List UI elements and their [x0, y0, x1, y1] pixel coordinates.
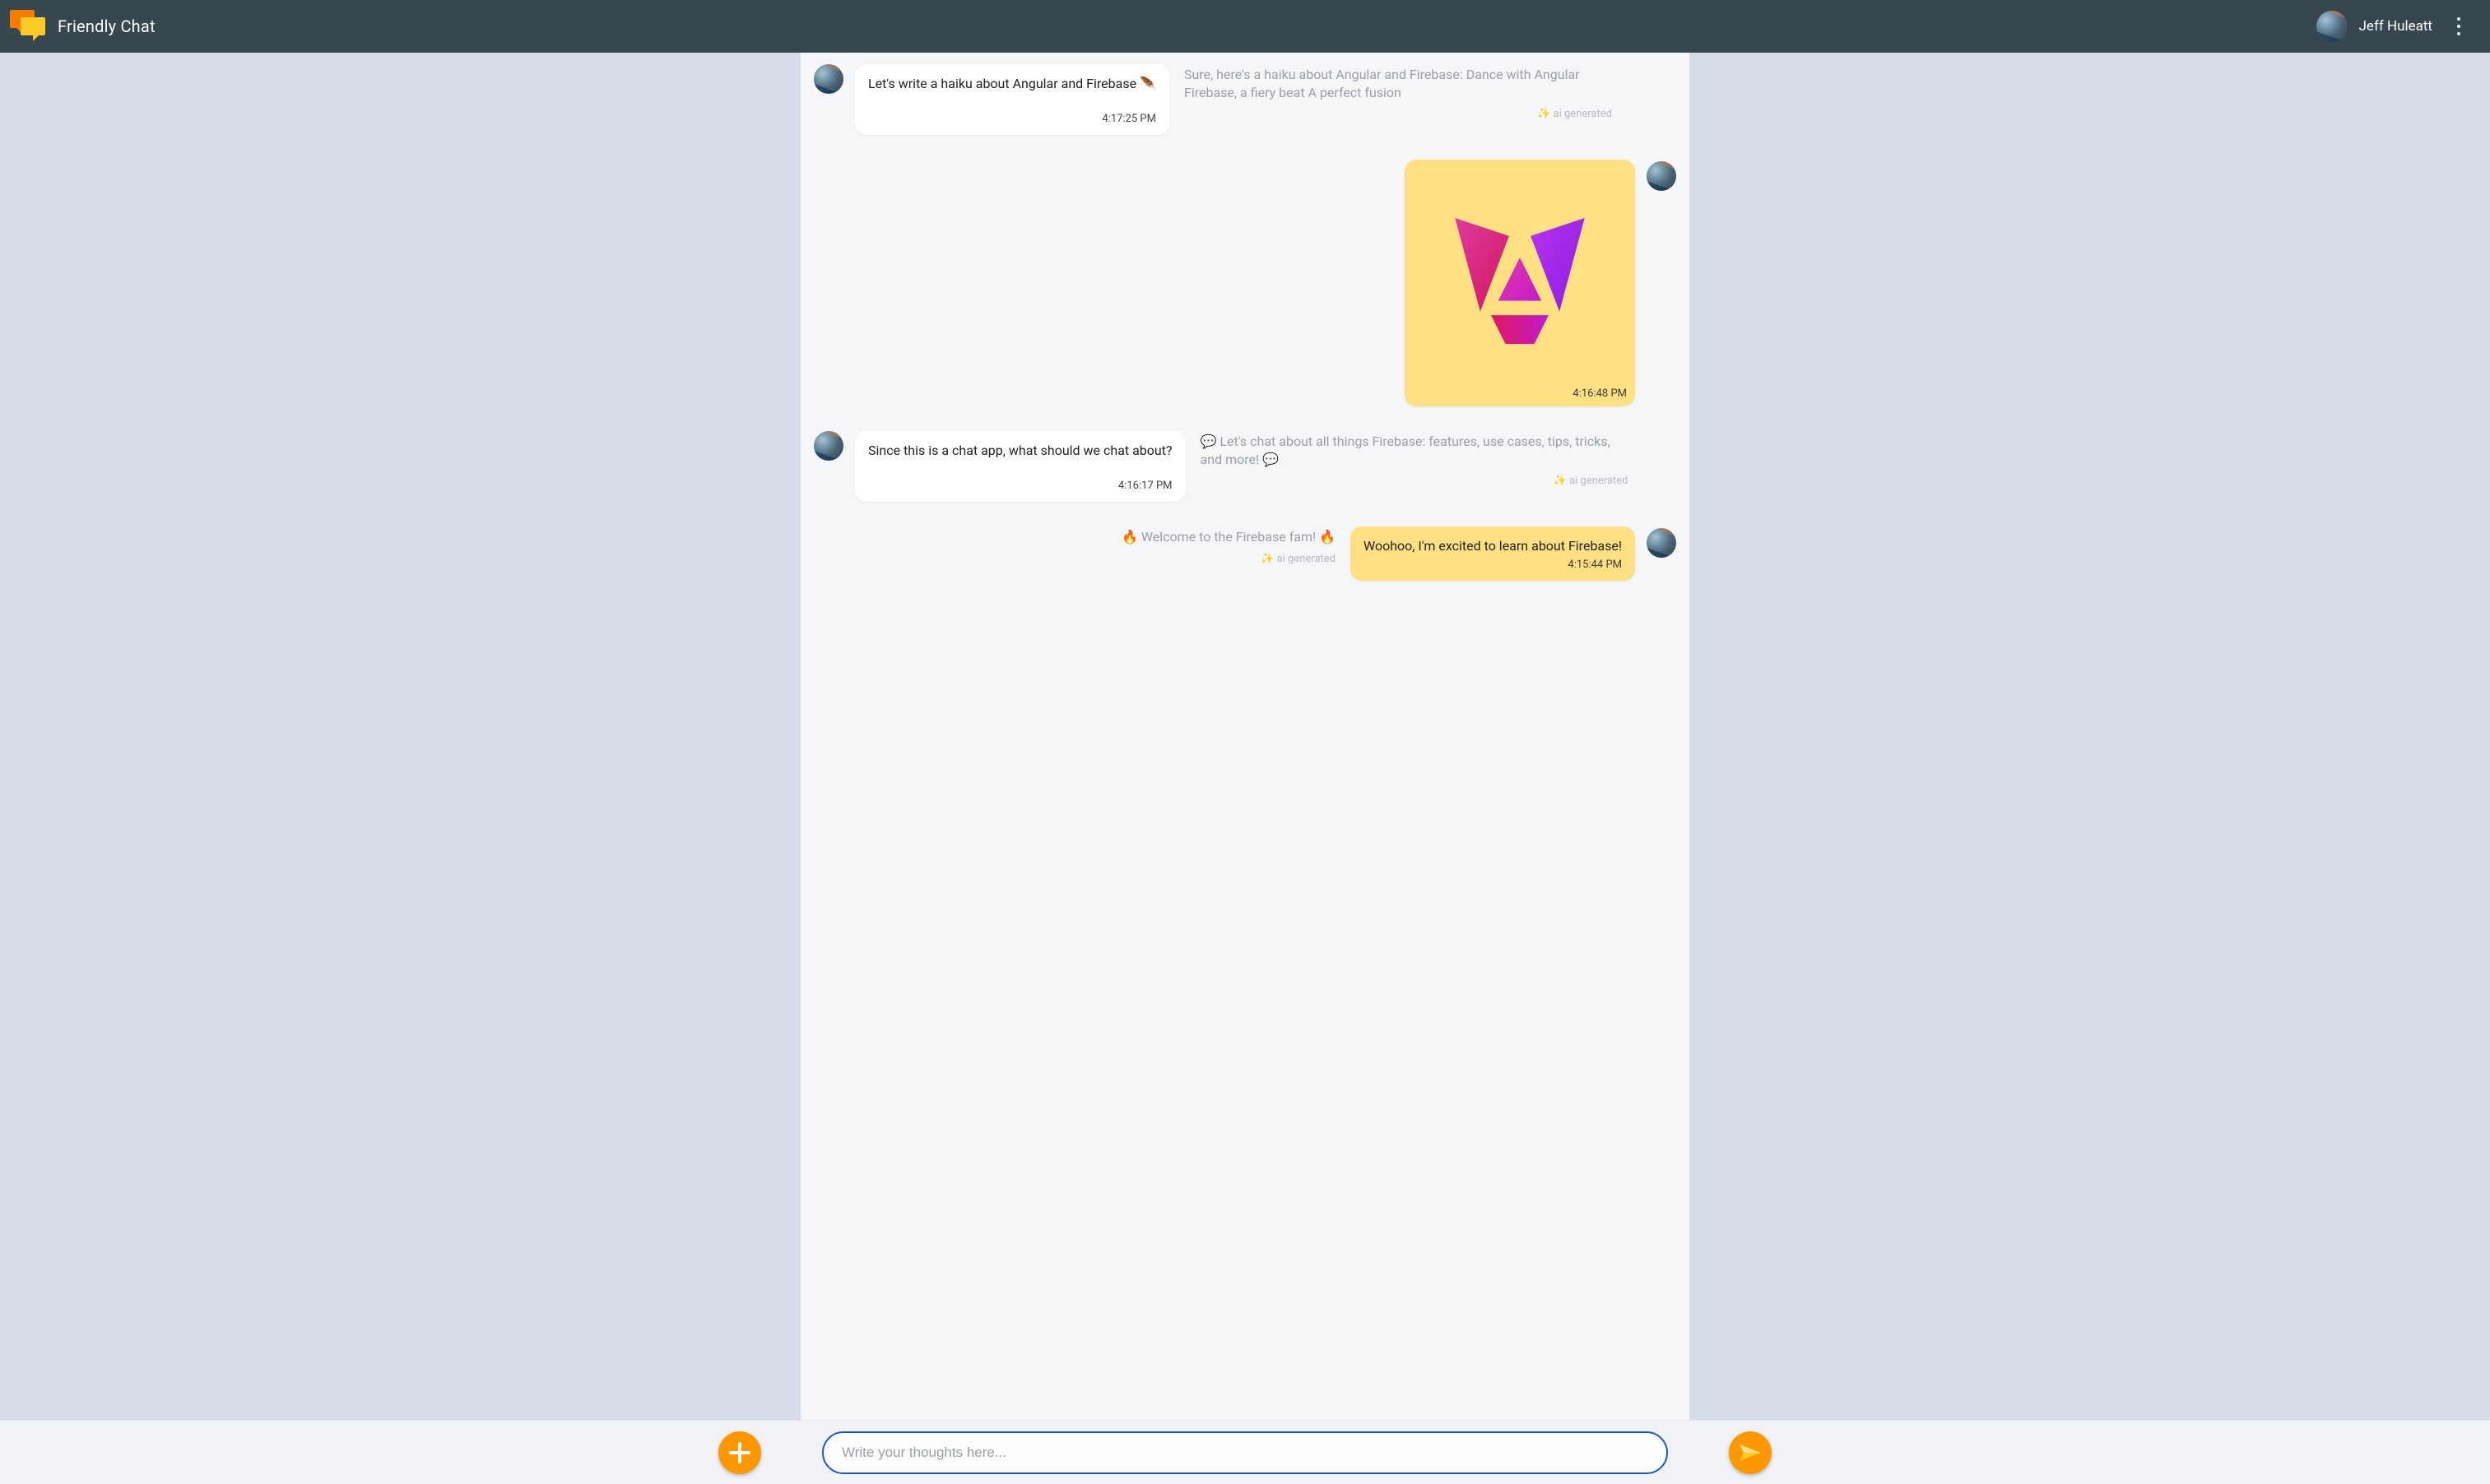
chat-panel[interactable]: Let's write a haiku about Angular and Fi…	[801, 53, 1689, 1420]
ai-response-text: Sure, here's a haiku about Angular and F…	[1184, 66, 1612, 101]
ai-response-text: 🔥 Welcome to the Firebase fam! 🔥	[1122, 528, 1336, 546]
message-row: 🔥 Welcome to the Firebase fam! 🔥 ai gene…	[814, 526, 1676, 581]
message-text: Since this is a chat app, what should we…	[868, 443, 1173, 458]
message-bubble: Woohoo, I'm excited to learn about Fireb…	[1350, 526, 1635, 581]
avatar	[2316, 11, 2348, 42]
message-time: 4:16:17 PM	[1118, 480, 1173, 492]
ai-generated-tag: ai generated	[1537, 108, 1612, 120]
send-icon	[1738, 1443, 1763, 1463]
message-input[interactable]	[822, 1431, 1668, 1474]
message-bubble: Let's write a haiku about Angular and Fi…	[855, 64, 1169, 135]
message-time: 4:17:25 PM	[1102, 113, 1156, 125]
chat-logo-icon	[10, 10, 46, 43]
message-time: 4:15:44 PM	[1568, 559, 1622, 571]
message-row: Let's write a haiku about Angular and Fi…	[814, 64, 1676, 135]
avatar	[814, 64, 843, 94]
avatar	[814, 431, 843, 461]
composer-bar	[0, 1420, 2490, 1484]
chat-outer: Let's write a haiku about Angular and Fi…	[0, 53, 2490, 1420]
avatar	[1647, 161, 1676, 191]
current-user-chip[interactable]: Jeff Huleatt	[2316, 11, 2432, 42]
message-text: Woohoo, I'm excited to learn about Fireb…	[1363, 538, 1622, 554]
ai-response: Sure, here's a haiku about Angular and F…	[1184, 64, 1612, 120]
ai-response: 🔥 Welcome to the Firebase fam! 🔥 ai gene…	[1122, 526, 1336, 565]
message-bubble: Since this is a chat app, what should we…	[855, 431, 1186, 502]
angular-logo-icon	[1413, 168, 1627, 383]
more-vert-icon[interactable]	[2442, 10, 2475, 43]
message-image-bubble: 4:16:48 PM	[1405, 160, 1635, 406]
app-title: Friendly Chat	[58, 16, 156, 36]
ai-generated-tag: ai generated	[1554, 475, 1628, 487]
message-row: 4:16:48 PM	[814, 160, 1676, 406]
ai-response-text: 💬 Let's chat about all things Firebase: …	[1201, 433, 1628, 468]
send-button[interactable]	[1729, 1431, 1772, 1474]
message-row: Since this is a chat app, what should we…	[814, 431, 1676, 502]
plus-icon	[729, 1442, 750, 1463]
ai-response: 💬 Let's chat about all things Firebase: …	[1201, 431, 1628, 487]
brand: Friendly Chat	[10, 10, 156, 43]
message-text: Let's write a haiku about Angular and Fi…	[868, 76, 1156, 91]
ai-generated-tag: ai generated	[1261, 553, 1336, 565]
avatar	[1647, 528, 1676, 558]
message-time: 4:16:48 PM	[1573, 387, 1627, 400]
app-header: Friendly Chat Jeff Huleatt	[0, 0, 2490, 53]
user-name: Jeff Huleatt	[2359, 18, 2432, 35]
attach-button[interactable]	[718, 1431, 761, 1474]
